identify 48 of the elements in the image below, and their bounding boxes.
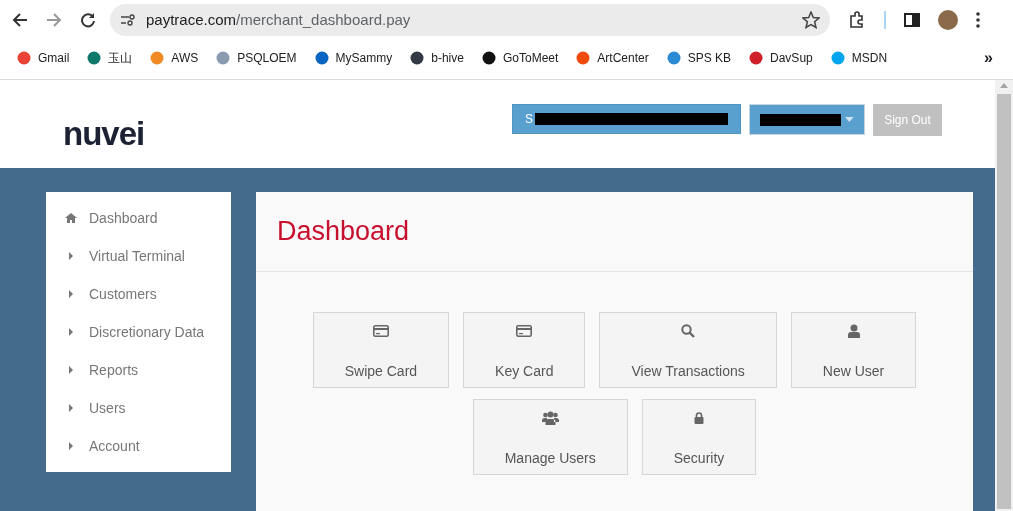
sidebar-item[interactable]: Users — [46, 389, 231, 427]
bookmarks-overflow-button[interactable]: » — [984, 46, 993, 70]
bookmark[interactable]: GoToMeet — [474, 44, 566, 72]
credit-card-icon — [372, 325, 389, 337]
bookmark[interactable]: MSDN — [823, 44, 895, 72]
dashboard-tile[interactable]: Key Card — [463, 312, 586, 388]
star-icon[interactable] — [802, 11, 820, 29]
forward-icon[interactable] — [46, 12, 62, 28]
location-select[interactable] — [749, 104, 865, 135]
scrollbar-thumb[interactable] — [997, 94, 1011, 509]
extensions-icon[interactable] — [848, 11, 866, 29]
user-icon — [847, 324, 860, 338]
dashboard-tile[interactable]: View Transactions — [599, 312, 777, 388]
bookmark[interactable]: DavSup — [742, 44, 820, 72]
page-title: Dashboard — [277, 215, 410, 249]
sidebar-item[interactable]: Reports — [46, 351, 231, 389]
menu-icon[interactable] — [976, 12, 980, 28]
sidebar-item[interactable]: Dashboard — [46, 199, 231, 237]
address-bar[interactable]: paytrace.com/merchant_dashboard.pay — [110, 4, 830, 36]
bookmark[interactable]: 玉山 — [80, 44, 140, 72]
sidebar-item[interactable]: Virtual Terminal — [46, 237, 231, 275]
reload-icon[interactable] — [80, 12, 96, 28]
bookmark[interactable]: AWS — [143, 44, 206, 72]
sidebar-item[interactable]: Discretionary Data — [46, 313, 231, 351]
sidebar-item[interactable]: Account — [46, 427, 231, 465]
home-icon — [65, 213, 77, 223]
bookmark[interactable]: Gmail — [10, 44, 77, 72]
dashboard-tile[interactable]: Manage Users — [472, 399, 628, 475]
lock-icon — [694, 412, 704, 424]
nuvei-logo[interactable]: nuvei — [63, 117, 145, 150]
dashboard-tile[interactable]: New User — [790, 312, 917, 388]
bookmark[interactable]: SPS KB — [659, 44, 739, 72]
bookmark[interactable]: MySammy — [307, 44, 400, 72]
bookmark[interactable]: ArtCenter — [569, 44, 656, 72]
profile-avatar[interactable] — [938, 10, 958, 30]
back-icon[interactable] — [12, 12, 28, 28]
side-panel-icon[interactable] — [904, 12, 920, 28]
url-text: paytrace.com/merchant_dashboard.pay — [146, 9, 412, 30]
credit-card-icon — [516, 325, 533, 337]
dashboard-tile[interactable]: Swipe Card — [312, 312, 450, 388]
search-icon — [681, 324, 696, 338]
users-icon — [541, 411, 559, 425]
bookmark[interactable]: PSQLOEM — [209, 44, 304, 72]
sidebar-item[interactable]: Customers — [46, 275, 231, 313]
dropdown-caret-icon — [845, 117, 854, 122]
site-settings-icon[interactable] — [120, 13, 136, 27]
bookmark[interactable]: b-hive — [403, 44, 471, 72]
dashboard-tile[interactable]: Security — [641, 399, 757, 475]
